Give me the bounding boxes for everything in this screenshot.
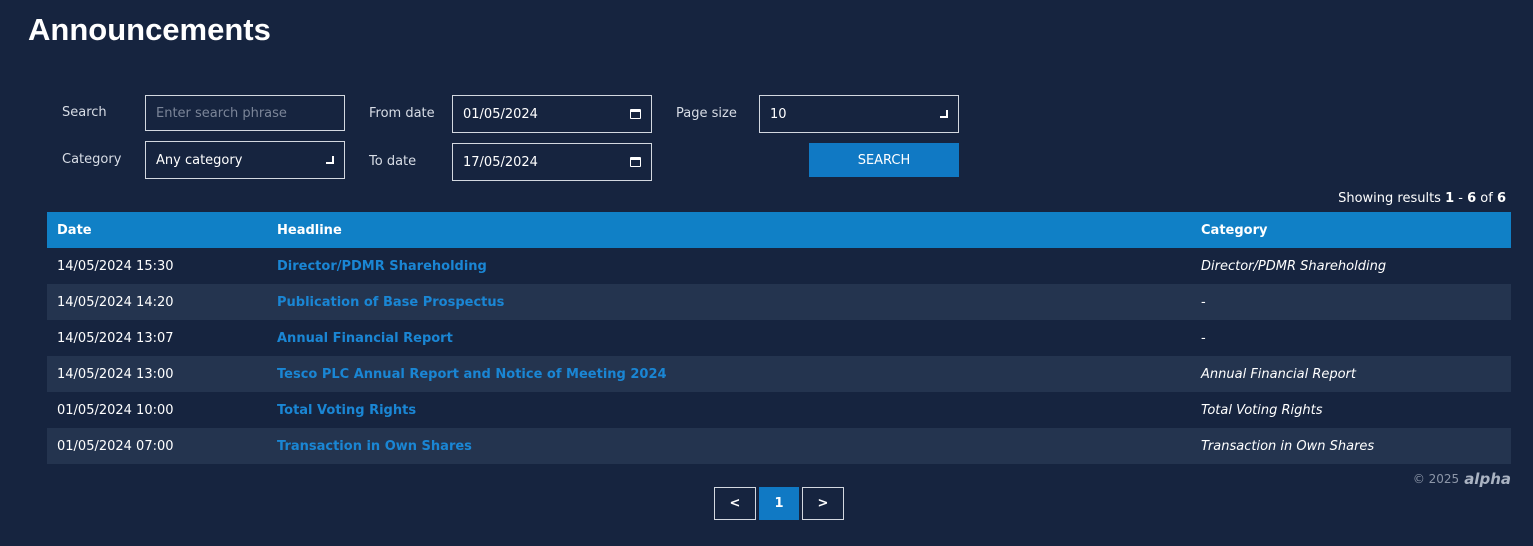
page-size-label: Page size	[676, 106, 737, 121]
row-date: 14/05/2024 14:20	[47, 284, 267, 320]
row-category: Annual Financial Report	[1191, 356, 1511, 392]
row-date: 14/05/2024 13:00	[47, 356, 267, 392]
row-date: 14/05/2024 13:07	[57, 330, 174, 346]
calendar-icon[interactable]	[630, 109, 641, 119]
results-of: of	[1476, 191, 1497, 206]
results-total: 6	[1496, 191, 1506, 206]
row-headline-link[interactable]: Transaction in Own Shares	[267, 428, 1191, 464]
row-headline-link[interactable]: Publication of Base Prospectus	[267, 284, 1191, 320]
page-title: Announcements	[28, 12, 271, 47]
prev-page-button[interactable]: <	[714, 487, 756, 520]
to-date-label: To date	[369, 154, 417, 169]
alpha-logo: alpha	[1464, 470, 1511, 488]
row-date: 01/05/2024 07:00	[47, 428, 267, 464]
search-button[interactable]: SEARCH	[809, 143, 959, 177]
to-date-input[interactable]: 17/05/2024	[452, 143, 652, 181]
table-row: 01/05/2024 10:00 Total Voting Rights Tot…	[47, 392, 1511, 428]
row-category: -	[1191, 284, 1511, 320]
next-page-button[interactable]: >	[802, 487, 844, 520]
results-from: 1	[1445, 191, 1455, 206]
from-date-input[interactable]: 01/05/2024	[452, 95, 652, 133]
table-row: 14/05/2024 13:07 Annual Financial Report…	[47, 320, 1511, 356]
table-row: 14/05/2024 13:00 Tesco PLC Annual Report…	[47, 356, 1511, 392]
footer-copyright: © 2025 alpha	[1413, 470, 1511, 488]
table-row: 14/05/2024 14:20 Publication of Base Pro…	[47, 284, 1511, 320]
calendar-icon[interactable]	[630, 157, 641, 167]
column-header-headline[interactable]: Headline	[267, 212, 1191, 248]
results-to: 6	[1467, 191, 1477, 206]
from-date-value: 01/05/2024	[463, 106, 538, 122]
column-header-date[interactable]: Date	[47, 212, 267, 248]
row-category: Director/PDMR Shareholding	[1201, 258, 1387, 274]
category-value: Any category	[156, 152, 243, 168]
search-placeholder: Enter search phrase	[156, 105, 287, 121]
row-category: Total Voting Rights	[1201, 402, 1323, 418]
to-date-value: 17/05/2024	[463, 154, 538, 170]
table-row: 01/05/2024 07:00 Transaction in Own Shar…	[47, 428, 1511, 464]
column-header-category[interactable]: Category	[1191, 212, 1511, 248]
row-headline-link[interactable]: Tesco PLC Annual Report and Notice of Me…	[267, 356, 1191, 392]
search-label: Search	[62, 105, 107, 120]
table-row: 14/05/2024 15:30 Director/PDMR Sharehold…	[47, 248, 1511, 284]
page-size-select[interactable]: 10	[759, 95, 959, 133]
row-headline-link[interactable]: Total Voting Rights	[267, 392, 1191, 428]
chevron-down-icon	[940, 110, 948, 118]
row-category: -	[1201, 330, 1206, 346]
row-category: Transaction in Own Shares	[1191, 428, 1511, 464]
row-date: 01/05/2024 10:00	[57, 402, 174, 418]
page-size-value: 10	[770, 106, 787, 122]
table-header-row: Date Headline Category	[47, 212, 1511, 248]
chevron-down-icon	[326, 156, 334, 164]
search-input[interactable]: Enter search phrase	[145, 95, 345, 131]
results-prefix: Showing results	[1338, 191, 1446, 206]
row-headline-link[interactable]: Annual Financial Report	[267, 320, 1191, 356]
results-sep: -	[1454, 191, 1468, 206]
from-date-label: From date	[369, 106, 435, 121]
results-count: Showing results 1 - 6 of 6	[1338, 191, 1506, 206]
copyright-text: © 2025	[1412, 472, 1460, 486]
row-headline-link[interactable]: Director/PDMR Shareholding	[267, 248, 1191, 284]
category-select[interactable]: Any category	[145, 141, 345, 179]
page-1-button[interactable]: 1	[759, 487, 799, 520]
announcements-table: Date Headline Category 14/05/2024 15:30 …	[47, 212, 1511, 464]
category-label: Category	[62, 152, 122, 167]
row-date: 14/05/2024 15:30	[57, 258, 174, 274]
